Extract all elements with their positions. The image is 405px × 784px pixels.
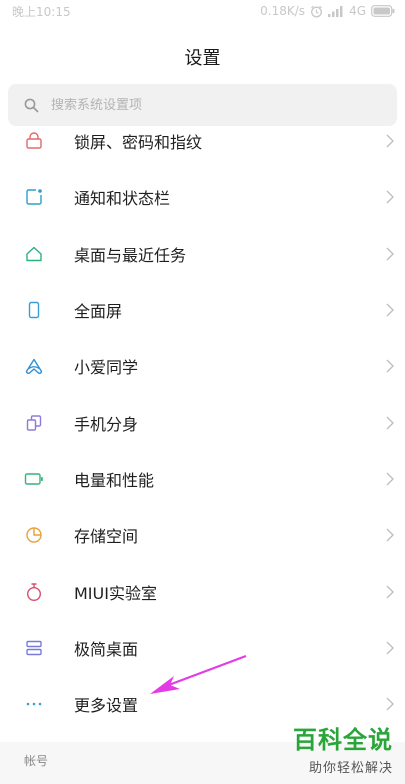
settings-item-label: 极简桌面 bbox=[74, 639, 139, 659]
alarm-icon bbox=[311, 5, 323, 17]
settings-item-label: 更多设置 bbox=[74, 696, 139, 716]
settings-item-label: 全面屏 bbox=[74, 302, 123, 322]
settings-item-storage[interactable]: 存储空间 bbox=[0, 507, 405, 563]
network-speed: 0.18K/s bbox=[260, 4, 306, 18]
network-type: 4G bbox=[349, 4, 366, 18]
settings-list-viewport[interactable]: 锁屏、密码和指纹 通知和状态栏 桌面与最近任务 全面屏 小爱同学 手机分身 电量… bbox=[0, 132, 405, 732]
chevron-right-icon bbox=[386, 641, 394, 655]
assistant-icon bbox=[24, 356, 44, 376]
more-icon bbox=[24, 694, 44, 714]
search-icon bbox=[24, 98, 39, 112]
section-label: 帐号 bbox=[24, 754, 49, 768]
settings-item-dual-space[interactable]: 手机分身 bbox=[0, 394, 405, 450]
status-bar: 晚上10:15 0.18K/s 4G bbox=[0, 0, 405, 22]
watermark-logo: 百科全说 助你轻松解决 bbox=[273, 720, 393, 780]
settings-item-label: 桌面与最近任务 bbox=[74, 245, 187, 265]
chevron-right-icon bbox=[386, 303, 394, 317]
chevron-right-icon bbox=[386, 528, 394, 542]
chevron-right-icon bbox=[386, 585, 394, 598]
page-title: 设置 bbox=[184, 48, 221, 69]
watermark-title: 百科全说 bbox=[293, 726, 393, 754]
storage-icon bbox=[24, 525, 44, 545]
search-input[interactable] bbox=[51, 97, 351, 113]
watermark-subtitle: 助你轻松解决 bbox=[308, 761, 393, 776]
settings-item-notifications[interactable]: 通知和状态栏 bbox=[0, 169, 405, 225]
settings-item-lock-screen[interactable]: 锁屏、密码和指纹 bbox=[0, 132, 405, 169]
chevron-right-icon bbox=[386, 472, 394, 486]
settings-item-label: 小爱同学 bbox=[74, 358, 139, 378]
settings-item-label: 通知和状态栏 bbox=[74, 189, 171, 209]
lock-icon bbox=[24, 132, 44, 151]
settings-item-label: 锁屏、密码和指纹 bbox=[74, 133, 203, 153]
settings-item-xiaoai[interactable]: 小爱同学 bbox=[0, 338, 405, 394]
settings-item-label: 手机分身 bbox=[74, 414, 139, 434]
search-bar[interactable] bbox=[8, 84, 397, 126]
settings-item-label: MIUI实验室 bbox=[74, 583, 157, 603]
settings-item-miui-lab[interactable]: MIUI实验室 bbox=[0, 563, 405, 619]
status-right: 0.18K/s 4G bbox=[260, 4, 395, 18]
simple-launcher-icon bbox=[24, 638, 44, 658]
status-time: 晚上10:15 bbox=[12, 4, 71, 19]
signal-icon bbox=[328, 5, 343, 17]
settings-item-battery-performance[interactable]: 电量和性能 bbox=[0, 451, 405, 507]
settings-item-label: 存储空间 bbox=[74, 527, 139, 547]
notification-icon bbox=[24, 187, 44, 207]
chevron-right-icon bbox=[386, 247, 394, 261]
lab-icon bbox=[24, 582, 44, 602]
annotation-arrow bbox=[150, 654, 247, 694]
settings-list: 锁屏、密码和指纹 通知和状态栏 桌面与最近任务 全面屏 小爱同学 手机分身 电量… bbox=[0, 132, 405, 732]
chevron-right-icon bbox=[386, 697, 394, 711]
chevron-right-icon bbox=[386, 134, 394, 148]
battery-icon bbox=[371, 5, 395, 17]
dual-space-icon bbox=[24, 413, 44, 433]
settings-item-label: 电量和性能 bbox=[74, 470, 155, 490]
phone-icon bbox=[24, 300, 44, 320]
chevron-right-icon bbox=[386, 416, 394, 430]
settings-item-full-screen[interactable]: 全面屏 bbox=[0, 282, 405, 338]
battery-performance-icon bbox=[24, 469, 44, 489]
home-icon bbox=[24, 244, 44, 264]
chevron-right-icon bbox=[386, 359, 394, 373]
settings-item-home-screen[interactable]: 桌面与最近任务 bbox=[0, 226, 405, 282]
chevron-right-icon bbox=[386, 190, 394, 204]
